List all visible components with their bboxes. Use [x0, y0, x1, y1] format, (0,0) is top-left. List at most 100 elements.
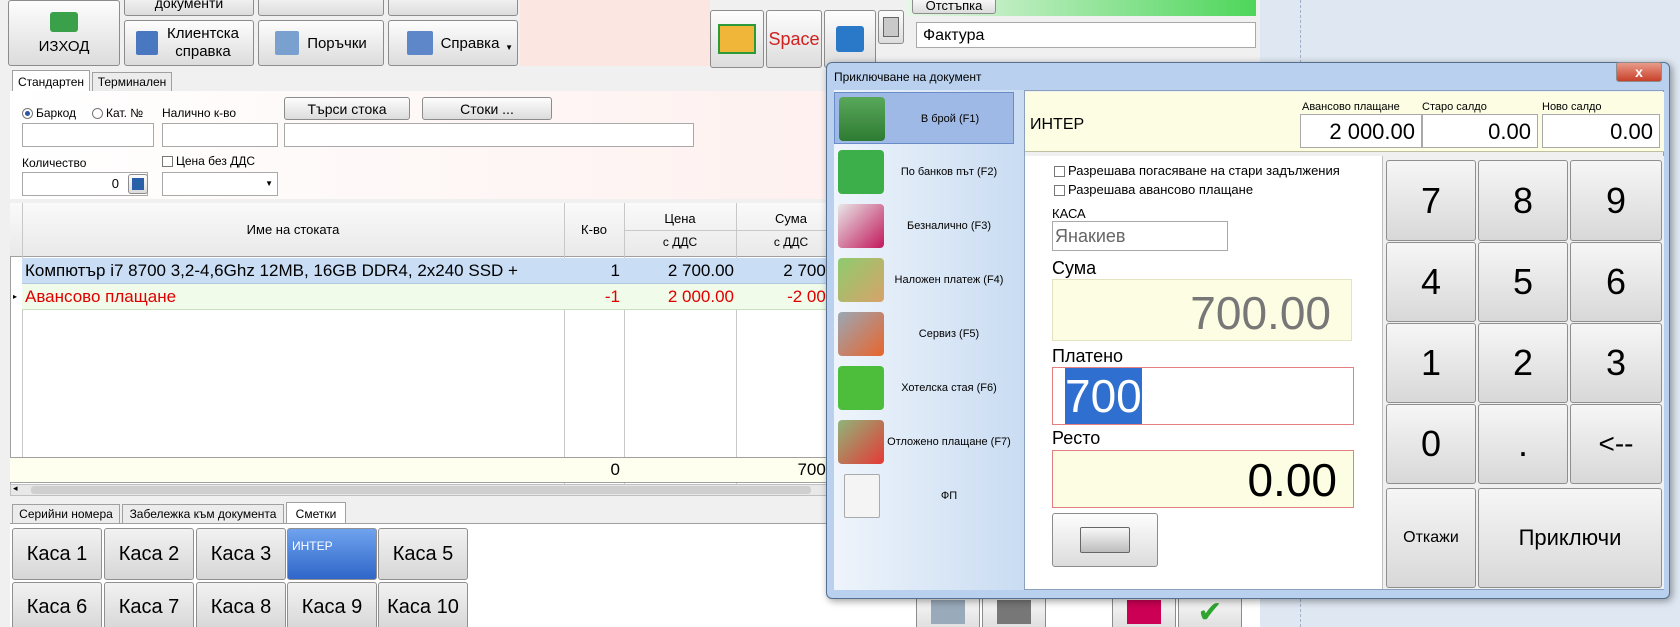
key-4[interactable]: 4 — [1386, 242, 1476, 322]
payment-cash[interactable]: В брой (F1) — [834, 92, 1014, 144]
dialog-title: Приключване на документ — [834, 70, 982, 84]
payment-card-label: Безналично (F3) — [906, 220, 992, 232]
discount-button[interactable]: Отстъпка — [912, 0, 996, 14]
goods-button[interactable]: Стоки ... — [422, 97, 552, 120]
available-qty-input[interactable] — [162, 123, 278, 147]
key-9[interactable]: 9 — [1570, 160, 1662, 241]
toolbar-button-3[interactable] — [388, 0, 518, 16]
payment-service[interactable]: Сервиз (F5) — [834, 308, 1014, 360]
key-label: 3 — [1605, 342, 1627, 383]
toolbar-button-2[interactable] — [258, 0, 384, 16]
payment-deferred[interactable]: Отложено плащане (F7) — [834, 416, 1014, 468]
allow-old-debts-label: Разрешава погасяване на стари задължения — [1068, 163, 1340, 178]
finish-label: Приключи — [1518, 525, 1622, 550]
key-decimal[interactable]: . — [1478, 404, 1568, 484]
close-button[interactable]: x — [1616, 62, 1662, 82]
cancel-button[interactable]: Откажи — [1386, 488, 1476, 588]
horizontal-scrollbar[interactable]: ◂ — [10, 483, 840, 496]
barcode-radio[interactable]: Баркод — [22, 106, 76, 120]
open-drawer-button[interactable] — [1052, 513, 1158, 567]
document-type-select[interactable]: Фактура — [916, 22, 1256, 48]
tab-standard[interactable]: Стандартен — [12, 70, 90, 92]
register-label: Каса 5 — [392, 542, 454, 565]
cash-register-icon — [931, 600, 965, 624]
payment-hotel[interactable]: Хотелска стая (F6) — [834, 362, 1014, 414]
price-no-vat-checkbox[interactable]: Цена без ДДС — [162, 154, 255, 168]
register-label: ИНТЕР — [292, 539, 333, 553]
change-label: Ресто — [1052, 428, 1101, 448]
quantity-calc-button[interactable] — [128, 174, 148, 194]
barcode-input[interactable] — [22, 123, 154, 147]
search-goods-button[interactable]: Търси стока — [284, 97, 410, 120]
register-button-2[interactable]: Каса 2 — [104, 528, 194, 580]
price-select[interactable]: ▼ — [162, 172, 278, 196]
cat-no-radio[interactable]: Кат. № — [92, 106, 143, 120]
report-button[interactable]: Справка ▼ — [388, 20, 518, 66]
payment-service-label: Сервиз (F5) — [918, 328, 980, 340]
register-button-10[interactable]: Каса 10 — [378, 582, 468, 627]
allow-old-debts-checkbox[interactable]: Разрешава погасяване на стари задължения — [1054, 163, 1340, 178]
tab-bills[interactable]: Сметки — [286, 502, 346, 524]
orders-button[interactable]: Поръчки — [258, 20, 384, 66]
orders-label: Поръчки — [307, 34, 367, 52]
key-backspace[interactable]: <-- — [1570, 404, 1662, 484]
goods-name-input[interactable] — [284, 123, 694, 147]
row-name: Авансово плащане — [25, 287, 177, 306]
key-label: 8 — [1512, 179, 1534, 221]
client-report-label: Клиентска справка — [167, 25, 239, 60]
payment-card[interactable]: Безналично (F3) — [834, 200, 1014, 252]
scroll-thumb[interactable] — [31, 486, 811, 494]
register-name: ИНТЕР — [1030, 116, 1085, 133]
key-label: <-- — [1598, 428, 1634, 459]
row-qty: -1 — [604, 287, 620, 306]
tab-terminal[interactable]: Терминален — [92, 72, 172, 92]
key-2[interactable]: 2 — [1478, 323, 1568, 403]
sum-value: 700.00 — [1190, 287, 1331, 339]
space-label: Space — [768, 28, 820, 49]
finish-button[interactable]: Приключи — [1478, 488, 1662, 588]
key-7[interactable]: 7 — [1386, 160, 1476, 241]
key-5[interactable]: 5 — [1478, 242, 1568, 322]
advance-field: 2 000.00 — [1300, 114, 1422, 148]
space-button[interactable]: Space — [766, 10, 822, 68]
exit-button[interactable]: ИЗХОД — [8, 0, 120, 66]
quantity-label: Количество — [22, 156, 87, 170]
payment-bank[interactable]: По банков път (F2) — [834, 146, 1014, 198]
key-8[interactable]: 8 — [1478, 160, 1568, 241]
register-button-3[interactable]: Каса 3 — [196, 528, 286, 580]
key-label: 4 — [1420, 261, 1442, 302]
register-button-6[interactable]: Каса 6 — [12, 582, 102, 627]
payment-fiscal[interactable]: ФП — [834, 470, 1014, 522]
register-button-5[interactable]: Каса 5 — [378, 528, 468, 580]
paid-input[interactable]: 700 — [1052, 367, 1354, 425]
row-price: 2 000.00 — [667, 287, 734, 306]
allow-advance-checkbox[interactable]: Разрешава авансово плащане — [1054, 182, 1253, 197]
register-button-7[interactable]: Каса 7 — [104, 582, 194, 627]
payment-cod[interactable]: Наложен платеж (F4) — [834, 254, 1014, 306]
register-label: Каса 3 — [210, 542, 272, 565]
key-label: 7 — [1420, 179, 1442, 221]
search-goods-label: Търси стока — [307, 100, 387, 117]
register-button-1[interactable]: Каса 1 — [12, 528, 102, 580]
change-value: 0.00 — [1247, 454, 1337, 506]
drawer-icon — [836, 26, 864, 52]
register-button-9[interactable]: Каса 9 — [287, 582, 377, 627]
cashbox-field[interactable]: Янакиев — [1052, 221, 1228, 251]
register-button-inter[interactable]: ИНТЕР — [287, 528, 377, 580]
register-label: Каса 6 — [26, 595, 88, 618]
register-button-8[interactable]: Каса 8 — [196, 582, 286, 627]
send-button[interactable] — [710, 10, 764, 68]
documents-button[interactable]: документи — [124, 0, 254, 16]
scroll-left-icon: ◂ — [13, 483, 18, 493]
calculator-button[interactable] — [878, 10, 904, 44]
tab-document-note[interactable]: Забележка към документа — [122, 504, 284, 524]
discount-label: Отстъпка — [925, 0, 983, 13]
client-report-button[interactable]: Клиентска справка — [124, 20, 254, 66]
drawer-button[interactable] — [824, 10, 876, 68]
key-1[interactable]: 1 — [1386, 323, 1476, 403]
key-3[interactable]: 3 — [1570, 323, 1662, 403]
key-0[interactable]: 0 — [1386, 404, 1476, 484]
key-6[interactable]: 6 — [1570, 242, 1662, 322]
tab-serial-numbers[interactable]: Серийни номера — [12, 504, 120, 524]
service-icon — [838, 312, 884, 356]
